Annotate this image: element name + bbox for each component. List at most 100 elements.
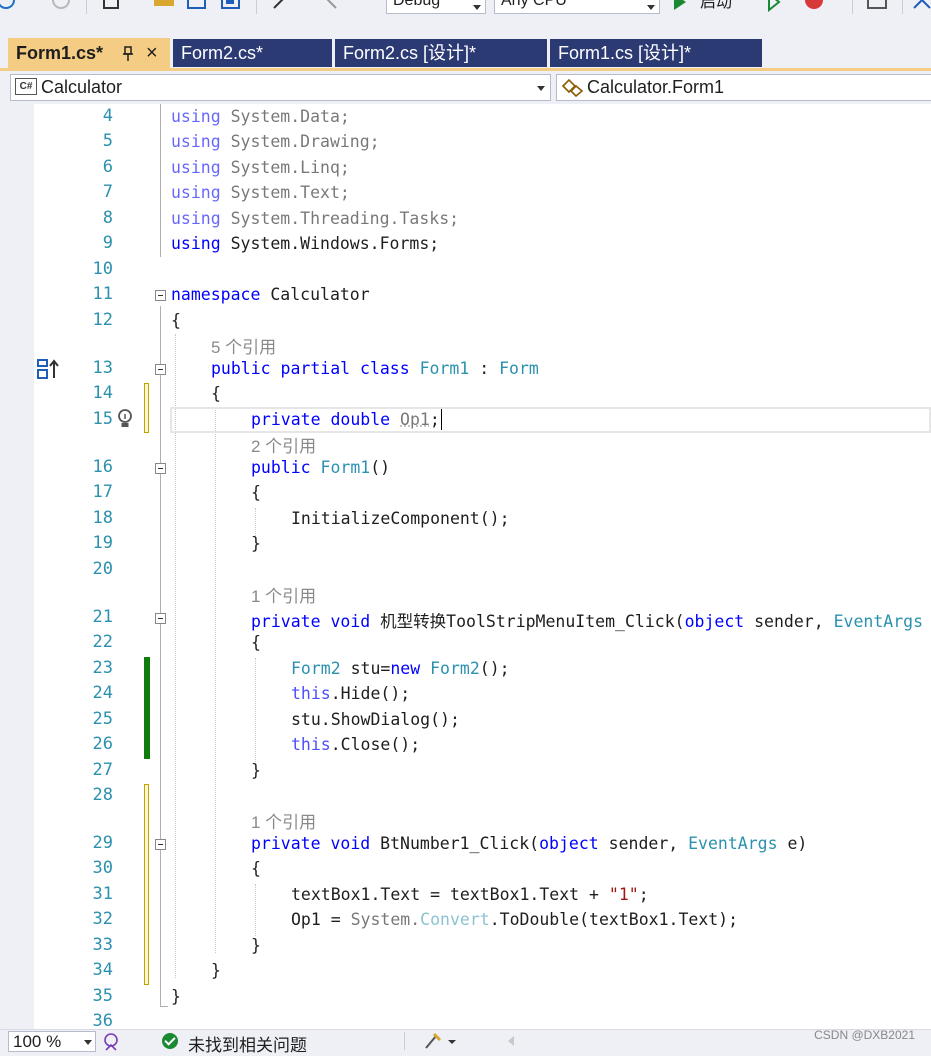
code-line-29[interactable]: private void BtNumber1_Click(object send… [251,834,807,853]
outline-guide [160,306,161,1006]
code-line-19[interactable]: } [251,534,261,553]
keyword: namespace [171,285,261,304]
save-all-icon[interactable] [218,0,244,12]
pointer-tool-icon[interactable] [866,0,892,12]
namespace-ref: System.Drawing; [220,132,380,151]
codelens-references[interactable]: 5 个引用 [211,333,276,358]
line-number: 6 [102,157,113,177]
undo-icon[interactable] [270,0,296,12]
code-line-9[interactable]: using System.Windows.Forms; [171,234,439,253]
indent-guide [255,884,256,936]
code-line-16[interactable]: public Form1() [251,458,390,477]
constructor-name: Form1 [320,458,371,477]
line-number: 17 [92,482,113,502]
new-item-icon[interactable] [100,0,124,12]
open-folder-icon[interactable] [152,0,176,12]
record-icon[interactable] [802,0,826,12]
code-line-8[interactable]: using System.Threading.Tasks; [171,209,459,228]
keyword: using [171,158,221,177]
start-without-debugging-icon[interactable] [764,0,784,12]
code-line-35[interactable]: } [171,987,181,1006]
code-line-7[interactable]: using System.Text; [171,183,350,202]
collapse-constructor-toggle[interactable] [155,463,166,474]
editor-status-bar: 100 % 未找到相关问题 [0,1029,931,1055]
tab-form2-design[interactable]: Form2.cs [设计]* [335,39,547,67]
configuration-value: Debug [393,0,441,9]
parameter: sender, [598,834,689,853]
code-line-11[interactable]: namespace Calculator [171,285,370,304]
type-name: Form2 [420,659,480,678]
home-icon[interactable] [912,0,931,12]
code-line-34[interactable]: } [211,961,221,980]
project-dropdown[interactable]: C# Calculator [10,74,551,101]
code-cleanup-icon[interactable] [424,1032,458,1050]
code-line-4[interactable]: using System.Data; [171,107,350,126]
line-number: 27 [92,760,113,780]
start-debugging-icon[interactable] [670,0,690,12]
code-line-13[interactable]: public partial class Form1 : Form [211,359,539,378]
code-line-25[interactable]: stu.ShowDialog(); [291,710,460,729]
line-number: 21 [92,607,113,627]
code-line-32[interactable]: Op1 = System.Convert.ToDouble(textBox1.T… [291,910,738,929]
status-separator [404,1032,405,1050]
punctuation: (); [479,659,510,678]
save-icon[interactable] [186,0,208,12]
type-dropdown[interactable]: Calculator.Form1 [556,74,931,101]
tab-label: Form1.cs* [16,43,104,63]
collapse-menu-click-toggle[interactable] [155,613,166,624]
codelens-references[interactable]: 1 个引用 [251,582,316,607]
intellicode-icon[interactable] [102,1032,122,1051]
tab-form2-cs[interactable]: Form2.cs* [173,39,332,67]
code-line-5[interactable]: using System.Drawing; [171,132,380,151]
platform-value: Any CPU [501,0,567,9]
line-number: 28 [92,785,113,805]
code-line-6[interactable]: using System.Linq; [171,158,350,177]
solution-platform-dropdown[interactable]: Any CPU [494,0,660,14]
redo-icon[interactable] [322,0,348,12]
close-icon[interactable]: × [146,38,158,68]
forward-icon[interactable] [50,0,72,12]
codelens-references[interactable]: 1 个引用 [251,808,316,833]
tab-label: Form2.cs [设计]* [343,43,477,63]
outline-guide [160,104,161,257]
code-line-22[interactable]: { [251,633,261,652]
keyword: using [171,209,221,228]
code-line-27[interactable]: } [251,761,261,780]
namespace-ref: System.Threading.Tasks; [220,209,460,228]
code-line-31[interactable]: textBox1.Text = textBox1.Text + "1"; [291,885,649,904]
pin-icon[interactable] [122,38,134,68]
code-line-14[interactable]: { [211,384,221,403]
tab-label: Form1.cs [设计]* [558,43,692,63]
code-line-17[interactable]: { [251,483,261,502]
collapse-button-click-toggle[interactable] [155,839,166,850]
lightbulb-icon[interactable] [115,407,135,431]
code-line-12[interactable]: { [171,311,181,330]
chevron-down-icon [84,1040,92,1045]
back-icon[interactable] [0,0,20,12]
code-line-15[interactable]: private double Op1; [251,410,440,429]
code-line-33[interactable]: } [251,936,261,955]
solution-configuration-dropdown[interactable]: Debug [386,0,486,14]
code-line-26[interactable]: this.Close(); [291,735,420,754]
line-number: 20 [92,559,113,579]
code-line-24[interactable]: this.Hide(); [291,684,410,703]
code-line-23[interactable]: Form2 stu=new Form2(); [291,659,510,678]
line-number: 34 [92,960,113,980]
namespace-ref: System.Linq; [220,158,350,177]
code-line-18[interactable]: InitializeComponent(); [291,509,510,528]
issues-status-text[interactable]: 未找到相关问题 [188,1031,307,1056]
class-icon [561,78,584,97]
code-line-21[interactable]: private void 机型转换ToolStripMenuItem_Click… [251,608,931,632]
collapse-namespace-toggle[interactable] [155,290,166,301]
codelens-references[interactable]: 2 个引用 [251,432,316,457]
line-number: 24 [92,683,113,703]
zoom-dropdown[interactable]: 100 % [8,1031,96,1052]
tab-form1-design[interactable]: Form1.cs [设计]* [550,39,762,67]
zoom-value: 100 % [13,1032,62,1051]
keyword: private void [251,834,371,853]
collapse-class-toggle[interactable] [155,364,166,375]
scroll-left-icon[interactable] [506,1035,516,1047]
tab-form1-cs[interactable]: Form1.cs* × [8,38,170,69]
code-line-30[interactable]: { [251,859,261,878]
start-button-label[interactable]: 启动 [700,0,732,12]
